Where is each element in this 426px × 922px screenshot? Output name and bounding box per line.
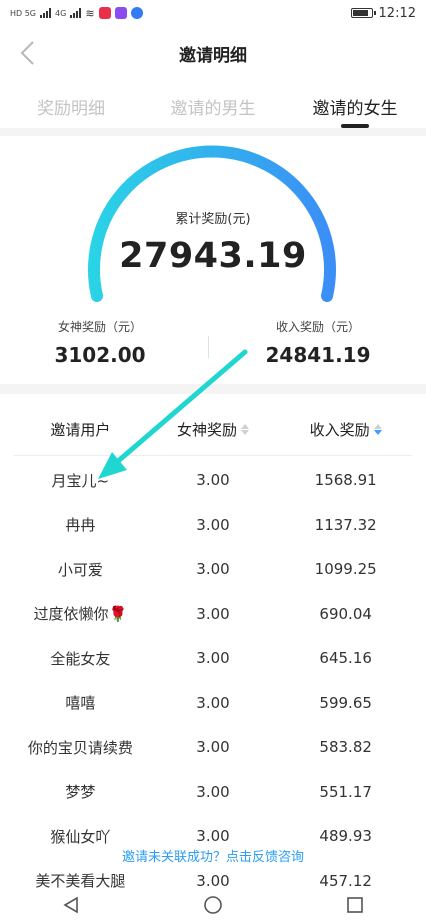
app-notification-3-icon [130,7,143,19]
tab-invited-boys[interactable]: 邀请的男生 [142,84,284,128]
app-notification-2-icon [114,7,127,19]
sort-icon[interactable] [241,424,250,435]
user-name: 小可爱 [57,560,103,579]
navigation-bar: 邀请明细 [0,30,426,76]
reward-summary: 女神奖励（元） 3102.00 收入奖励（元） 24841.19 [0,318,426,382]
table-header: 邀请用户 女神奖励 收入奖励 [14,404,412,456]
tab-invited-girls[interactable]: 邀请的女生 [284,84,426,128]
table-row: 月宝儿~ 3.00 1568.91 [14,458,412,503]
table-row: 冉冉 3.00 1137.32 [14,503,412,548]
network-type-2: 4G [55,8,67,18]
income-reward: 1099.25 [314,560,377,579]
invite-table-body: 月宝儿~ 3.00 1568.91 冉冉 3.00 1137.32 小可爱 3.00 109… [14,458,412,903]
total-reward-value: 27943.19 [119,236,307,276]
column-header-goddess-label: 女神奖励 [177,421,238,439]
user-name: 你的宝贝请续费 [27,738,133,757]
goddess-reward: 3.00 [196,604,230,623]
signal-strength-icon [40,8,52,18]
user-name: 美不美看大腿 [35,872,126,891]
section-divider [0,384,426,394]
goddess-reward: 3.00 [196,471,230,490]
page-title: 邀请明细 [179,45,247,66]
column-header-user-label: 邀请用户 [50,421,111,439]
total-reward-gauge: 累计奖励(元) 27943.19 [0,136,426,316]
status-bar: HD 5G 4G ≋ 12:12 [0,0,426,26]
column-header-income-reward[interactable]: 收入奖励 [279,419,412,440]
income-reward: 599.65 [319,693,372,712]
tab-bar: 奖励明细 邀请的男生 邀请的女生 [0,84,426,128]
sort-descending-icon[interactable] [373,424,382,435]
summary-divider [208,336,209,358]
goddess-reward: 3.00 [196,693,230,712]
column-header-user: 邀请用户 [14,419,147,440]
system-home-icon[interactable] [203,895,223,919]
goddess-reward: 3.00 [196,827,230,846]
battery-icon [350,8,376,18]
goddess-reward: 3.00 [196,738,230,757]
table-row: 全能女友 3.00 645.16 [14,636,412,681]
goddess-reward: 3.00 [196,649,230,668]
income-reward: 1568.91 [314,471,377,490]
goddess-reward-value: 3102.00 [54,343,146,367]
goddess-reward-label: 女神奖励（元） [57,320,142,334]
feedback-link[interactable]: 邀请未关联成功？点击反馈咨询 [0,846,426,865]
status-indicators: HD 5G 4G ≋ [10,7,143,20]
system-recents-icon[interactable] [346,896,364,918]
network-type-1: HD 5G [10,8,37,18]
goddess-reward: 3.00 [196,782,230,801]
user-name: 全能女友 [50,649,111,668]
income-reward-value: 24841.19 [265,343,371,367]
income-reward: 457.12 [319,871,372,890]
table-row: 嘻嘻 3.00 599.65 [14,681,412,726]
table-row: 小可爱 3.00 1099.25 [14,547,412,592]
status-right: 12:12 [350,5,416,21]
column-header-income-label: 收入奖励 [309,421,370,439]
user-name: 梦梦 [65,783,96,802]
signal-strength-2-icon [70,8,82,18]
user-name: 过度依懒你🌹 [33,605,128,624]
income-reward: 583.82 [319,738,372,757]
column-header-goddess-reward[interactable]: 女神奖励 [147,419,280,440]
user-name: 猴仙女吖 [50,827,111,846]
app-notification-icon [98,7,111,19]
income-reward: 1137.32 [314,515,377,534]
income-reward: 690.04 [319,604,372,623]
goddess-reward-summary: 女神奖励（元） 3102.00 [0,318,200,367]
user-name: 嘻嘻 [65,694,96,713]
total-reward-label: 累计奖励(元) [175,212,251,227]
tab-reward-details[interactable]: 奖励明细 [0,84,142,128]
table-row: 梦梦 3.00 551.17 [14,770,412,815]
table-row: 过度依懒你🌹 3.00 690.04 [14,592,412,637]
divider [0,128,426,136]
user-name: 冉冉 [65,516,96,535]
wifi-icon: ≋ [85,6,95,20]
goddess-reward: 3.00 [196,560,230,579]
income-reward: 645.16 [319,649,372,668]
income-reward: 551.17 [319,782,372,801]
goddess-reward: 3.00 [196,515,230,534]
table-row: 你的宝贝请续费 3.00 583.82 [14,725,412,770]
goddess-reward: 3.00 [196,871,230,890]
system-navigation-bar [0,892,426,922]
income-reward: 489.93 [319,827,372,846]
income-reward-label: 收入奖励（元） [275,320,360,334]
clock: 12:12 [378,5,416,21]
system-back-icon[interactable] [62,896,80,918]
user-name: 月宝儿~ [51,471,110,490]
back-button[interactable] [12,38,42,68]
chevron-left-icon [20,41,34,65]
income-reward-summary: 收入奖励（元） 24841.19 [218,318,418,367]
